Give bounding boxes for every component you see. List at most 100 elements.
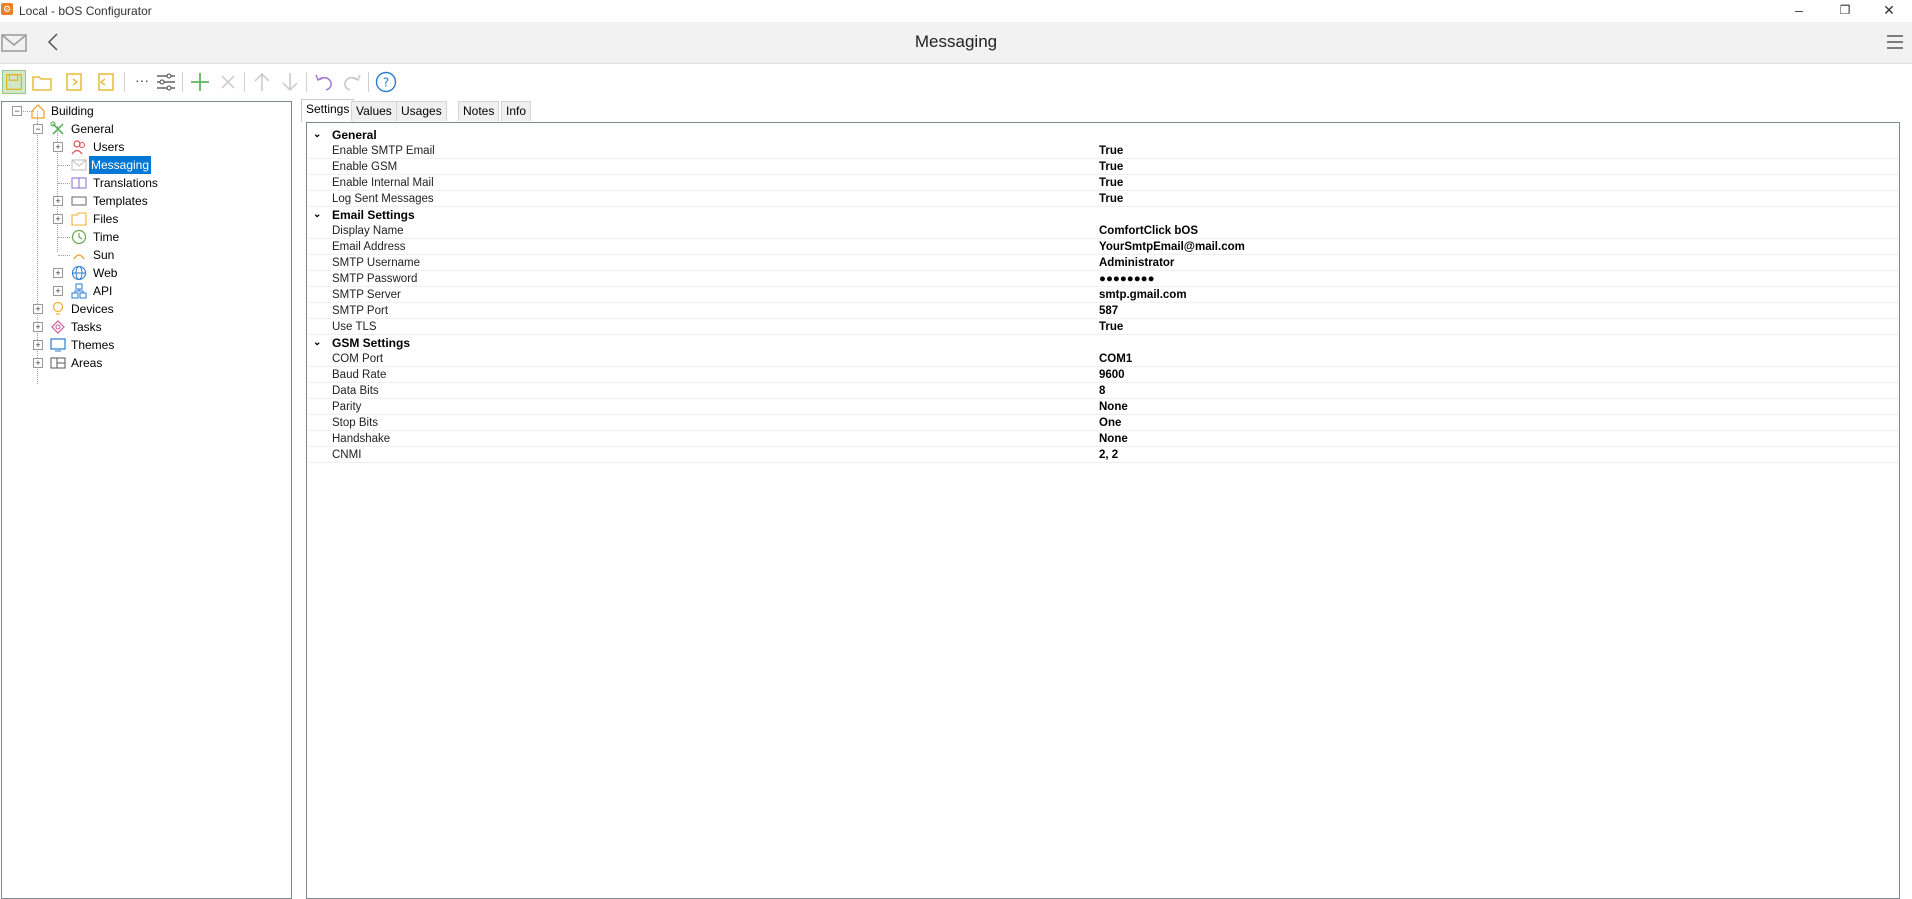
save-icon[interactable] [2,70,26,94]
property-row[interactable]: CNMI 2, 2 [307,447,1899,463]
tree-item-building[interactable]: − Building [2,102,291,120]
property-row[interactable]: Email Address YourSmtpEmail@mail.com [307,239,1899,255]
property-row[interactable]: Enable Internal Mail True [307,175,1899,191]
section-email-settings[interactable]: ⌄ Email Settings [307,207,1899,223]
tab-info[interactable]: Info [501,101,532,121]
redo-icon[interactable] [340,70,364,94]
property-row[interactable]: SMTP Password ●●●●●●●● [307,271,1899,287]
property-row[interactable]: Handshake None [307,431,1899,447]
tree-item-web[interactable]: + Web [2,264,291,282]
more-options-icon[interactable]: ··· [130,70,154,94]
property-row[interactable]: COM Port COM1 [307,351,1899,367]
import-icon[interactable] [63,70,87,94]
property-row[interactable]: Data Bits 8 [307,383,1899,399]
expand-icon[interactable]: + [53,196,63,206]
close-button[interactable]: ✕ [1866,0,1912,22]
hamburger-menu-icon[interactable] [1886,33,1904,51]
tree-item-translations[interactable]: Translations [2,174,291,192]
chevron-down-icon[interactable]: ⌄ [313,127,323,143]
tab-usages[interactable]: Usages (0) [396,101,447,137]
property-row[interactable]: Log Sent Messages True [307,191,1899,207]
collapse-icon[interactable]: − [12,106,22,116]
collapse-icon[interactable]: − [33,124,43,134]
expand-icon[interactable]: + [33,340,43,350]
expand-icon[interactable]: + [53,268,63,278]
toolbar-separator [306,72,307,92]
property-row[interactable]: SMTP Server smtp.gmail.com [307,287,1899,303]
export-icon[interactable] [93,70,117,94]
property-value[interactable]: True [1099,143,1123,159]
restore-button[interactable]: ❐ [1822,0,1868,22]
property-name: SMTP Username [332,257,420,269]
tree-item-users[interactable]: + Users [2,138,291,156]
open-folder-icon[interactable] [30,70,54,94]
tree-item-sun[interactable]: Sun [2,246,291,264]
property-name: Enable Internal Mail [332,177,434,189]
tree-item-api[interactable]: + API [2,282,291,300]
tree-item-themes[interactable]: + Themes [2,336,291,354]
property-value[interactable]: 8 [1099,383,1105,399]
settings-sliders-icon[interactable] [154,70,178,94]
property-value[interactable]: COM1 [1099,351,1132,367]
property-value[interactable]: YourSmtpEmail@mail.com [1099,239,1245,255]
help-icon[interactable]: ? [374,70,398,94]
toolbar: ··· ? [0,64,1912,100]
tree-item-messaging[interactable]: Messaging [2,156,291,174]
tab-notes[interactable]: Notes [458,101,500,121]
property-value[interactable]: smtp.gmail.com [1099,287,1187,303]
tree-item-label: Tasks [71,320,102,334]
section-gsm-settings[interactable]: ⌄ GSM Settings [307,335,1899,351]
move-up-icon[interactable] [250,70,274,94]
areas-icon [50,357,66,369]
property-row[interactable]: Baud Rate 9600 [307,367,1899,383]
property-row[interactable]: Enable SMTP Email True [307,143,1899,159]
tree-item-areas[interactable]: + Areas [2,354,291,372]
property-value[interactable]: True [1099,159,1123,175]
property-value[interactable]: 587 [1099,303,1118,319]
undo-icon[interactable] [312,70,336,94]
delete-icon[interactable] [216,70,240,94]
minimize-button[interactable]: – [1776,0,1822,22]
add-icon[interactable] [188,70,212,94]
expand-icon[interactable]: + [53,214,63,224]
tree-item-label: Messaging [89,156,152,174]
property-value[interactable]: 9600 [1099,367,1125,383]
tree-item-tasks[interactable]: + Tasks [2,318,291,336]
property-value[interactable]: Administrator [1099,255,1174,271]
property-value[interactable]: None [1099,399,1128,415]
property-value[interactable]: One [1099,415,1121,431]
expand-icon[interactable]: + [53,286,63,296]
property-value[interactable]: None [1099,431,1128,447]
property-row[interactable]: Parity None [307,399,1899,415]
expand-icon[interactable]: + [33,358,43,368]
property-value[interactable]: True [1099,191,1123,207]
tree-item-devices[interactable]: + Devices [2,300,291,318]
property-value[interactable]: True [1099,319,1123,335]
expand-icon[interactable]: + [33,322,43,332]
object-tree[interactable]: − Building − General + Users Messaging T… [1,101,292,899]
property-row[interactable]: Use TLS True [307,319,1899,335]
tree-item-label: Themes [71,338,115,352]
tree-item-general[interactable]: − General [2,120,291,138]
property-row[interactable]: SMTP Port 587 [307,303,1899,319]
tree-item-templates[interactable]: + Templates [2,192,291,210]
move-down-icon[interactable] [278,70,302,94]
tree-item-files[interactable]: + Files [2,210,291,228]
tab-values[interactable]: Values [351,101,397,121]
expand-icon[interactable]: + [33,304,43,314]
property-value[interactable]: 2, 2 [1099,447,1118,463]
tree-item-time[interactable]: Time [2,228,291,246]
property-value[interactable]: True [1099,175,1123,191]
property-value[interactable]: ComfortClick bOS [1099,223,1198,239]
chevron-down-icon[interactable]: ⌄ [313,207,323,223]
chevron-down-icon[interactable]: ⌄ [313,335,323,351]
property-row[interactable]: Enable GSM True [307,159,1899,175]
property-row[interactable]: Display Name ComfortClick bOS [307,223,1899,239]
expand-icon[interactable]: + [53,142,63,152]
property-grid[interactable]: ⌄ General Enable SMTP Email True Enable G… [306,122,1900,899]
section-general[interactable]: ⌄ General [307,127,1899,143]
property-value[interactable]: ●●●●●●●● [1099,271,1155,287]
tab-settings[interactable]: Settings [301,99,355,122]
property-row[interactable]: SMTP Username Administrator [307,255,1899,271]
property-row[interactable]: Stop Bits One [307,415,1899,431]
